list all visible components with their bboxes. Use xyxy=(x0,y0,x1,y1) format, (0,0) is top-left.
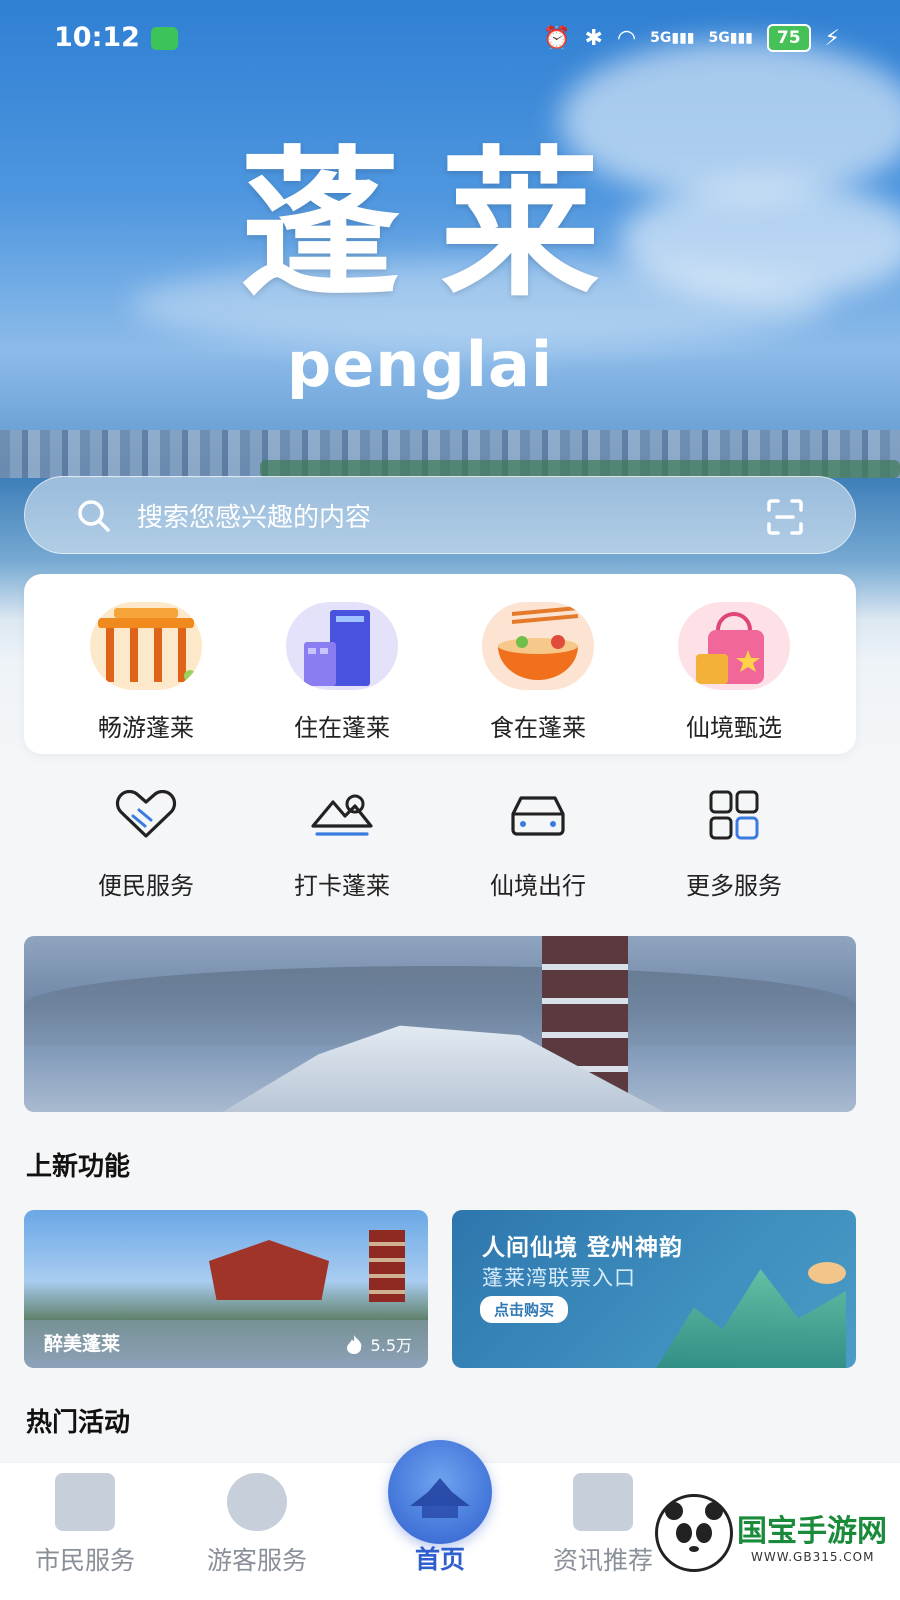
home-pavilion-icon xyxy=(388,1440,492,1544)
category-label: 畅游蓬莱 xyxy=(98,714,194,742)
scan-icon[interactable] xyxy=(765,497,805,537)
service-more[interactable]: 更多服务 xyxy=(636,790,832,901)
fire-icon xyxy=(346,1335,361,1354)
service-label: 仙境出行 xyxy=(490,872,586,900)
card-views: 5.5万 xyxy=(343,1332,412,1356)
card-caption: 醉美蓬莱 xyxy=(44,1333,121,1355)
feature-card-zuimei[interactable]: 醉美蓬莱 5.5万 xyxy=(24,1210,428,1368)
bluetooth-icon: ✱ xyxy=(584,25,603,51)
service-label: 打卡蓬莱 xyxy=(294,872,390,900)
section-title-hot: 热门活动 xyxy=(26,1408,131,1438)
category-label: 仙境甄选 xyxy=(686,714,782,742)
ticket-subtitle: 蓬莱湾联票入口 xyxy=(482,1266,636,1290)
category-zhuzai[interactable]: 住在蓬莱 xyxy=(244,602,440,743)
ticket-title: 人间仙境 登州神韵 xyxy=(482,1235,684,1261)
service-label: 便民服务 xyxy=(98,872,194,900)
palace-image xyxy=(209,1240,329,1300)
service-label: 更多服务 xyxy=(686,872,782,900)
watermark-text: 国宝手游网 xyxy=(737,1514,887,1549)
noodle-bowl-icon xyxy=(482,602,594,690)
signal-icon: 5G▮▮▮ xyxy=(708,30,753,46)
search-icon xyxy=(78,500,110,532)
handshake-heart-icon xyxy=(115,789,177,838)
tab-visitor-service[interactable]: 游客服务 xyxy=(172,1473,342,1577)
buy-button[interactable]: 点击购买 xyxy=(480,1296,569,1323)
bookmark-icon xyxy=(55,1473,115,1531)
grid-icon xyxy=(709,790,759,840)
news-icon xyxy=(573,1473,633,1531)
search-input[interactable]: 搜索您感兴趣的内容 xyxy=(137,497,371,534)
service-chuxing[interactable]: 仙境出行 xyxy=(440,790,636,901)
sun-image xyxy=(808,1262,846,1284)
panda-logo-icon xyxy=(655,1494,733,1572)
service-daka[interactable]: 打卡蓬莱 xyxy=(244,790,440,901)
search-bar[interactable]: 搜索您感兴趣的内容 xyxy=(24,476,856,554)
archway-icon xyxy=(90,602,202,690)
mountain-icon xyxy=(311,794,373,836)
tab-label: 市民服务 xyxy=(34,1546,135,1575)
wifi-icon: ◠ xyxy=(616,25,637,51)
alarm-icon: ⏰ xyxy=(543,25,571,51)
category-xianjing[interactable]: 仙境甄选 xyxy=(636,602,832,743)
watermark-logo: 国宝手游网 WWW.GB315.COM xyxy=(655,1488,895,1588)
signal-icon: 5G▮▮▮ xyxy=(650,30,695,46)
hero-subtitle: penglai xyxy=(286,328,554,401)
category-label: 食在蓬莱 xyxy=(490,714,586,742)
smile-icon xyxy=(227,1473,287,1531)
category-shizai[interactable]: 食在蓬莱 xyxy=(440,602,636,743)
car-icon xyxy=(511,796,565,836)
feature-card-ticket[interactable]: 人间仙境 登州神韵 蓬莱湾联票入口 点击购买 xyxy=(452,1210,856,1368)
tab-citizen-service[interactable]: 市民服务 xyxy=(0,1473,170,1577)
status-time: 10:12 xyxy=(54,22,140,53)
tab-label: 游客服务 xyxy=(206,1546,307,1575)
category-card: 畅游蓬莱 住在蓬莱 食在蓬莱 仙境甄选 xyxy=(24,574,856,754)
hero-title: 蓬莱 xyxy=(239,130,640,318)
watermark-url: WWW.GB315.COM xyxy=(751,1550,875,1564)
battery-icon: 75 xyxy=(766,24,811,52)
promo-banner[interactable] xyxy=(24,936,856,1112)
tower-image xyxy=(369,1230,405,1302)
message-icon xyxy=(151,27,178,50)
tab-label: 首页 xyxy=(414,1545,465,1574)
status-icons: ⏰ ✱ ◠ 5G▮▮▮ 5G▮▮▮ 75 ⚡ xyxy=(543,24,840,52)
building-icon xyxy=(286,602,398,690)
service-bianmin[interactable]: 便民服务 xyxy=(48,789,244,901)
charging-icon: ⚡ xyxy=(824,25,840,51)
category-changyou[interactable]: 畅游蓬莱 xyxy=(48,602,244,743)
category-label: 住在蓬莱 xyxy=(294,714,390,742)
tab-home[interactable]: 首页 xyxy=(385,1440,495,1576)
views-count: 5.5万 xyxy=(370,1336,412,1355)
section-title-new: 上新功能 xyxy=(26,1152,131,1182)
shopping-bag-icon xyxy=(678,602,790,690)
status-bar: 10:12 ⏰ ✱ ◠ 5G▮▮▮ 5G▮▮▮ 75 ⚡ xyxy=(0,0,900,80)
